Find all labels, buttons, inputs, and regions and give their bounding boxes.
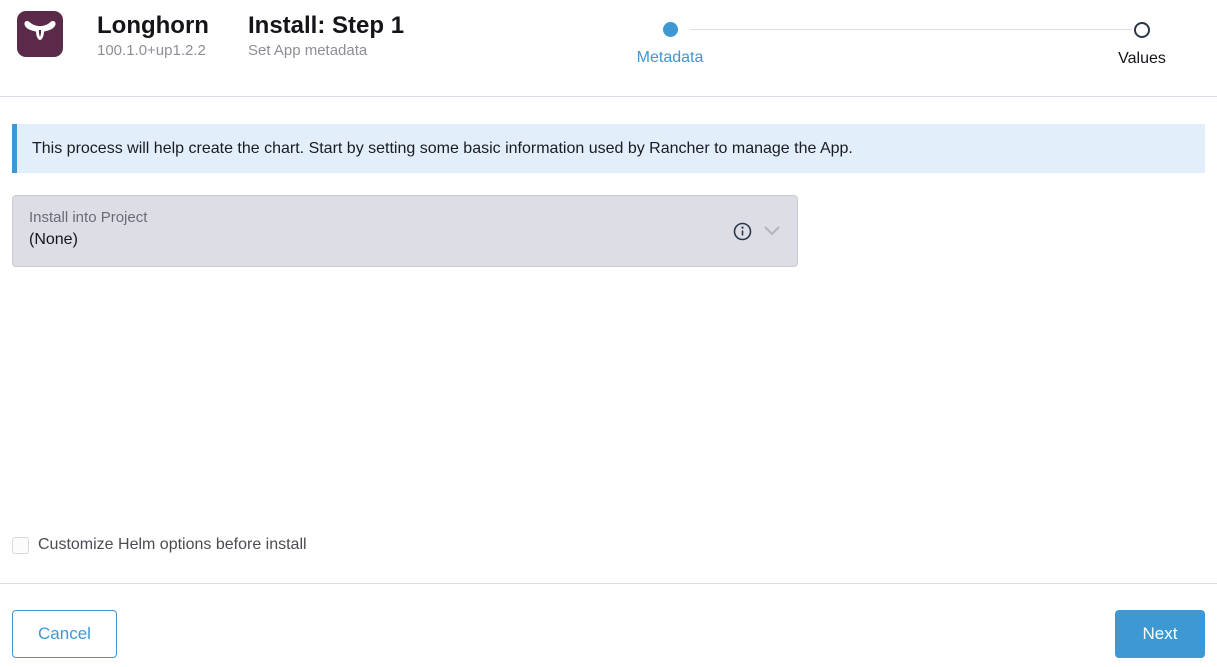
install-into-project-label: Install into Project (29, 207, 781, 228)
cancel-button[interactable]: Cancel (12, 610, 117, 658)
step-metadata-dot-icon (663, 22, 678, 37)
info-icon[interactable] (733, 222, 752, 241)
step-metadata-label: Metadata (637, 49, 704, 67)
install-into-project-select[interactable]: Install into Project (None) (12, 195, 798, 267)
footer-divider (0, 583, 1217, 584)
customize-helm-checkbox[interactable] (12, 537, 29, 554)
install-into-project-value: (None) (29, 228, 781, 252)
customize-helm-checkbox-row[interactable]: Customize Helm options before install (12, 536, 307, 554)
customize-helm-checkbox-label: Customize Helm options before install (38, 536, 307, 554)
step-metadata[interactable]: Metadata (625, 22, 715, 67)
wizard-header: Longhorn 100.1.0+up1.2.2 Install: Step 1… (0, 0, 1217, 97)
step-values[interactable]: Values (1097, 22, 1187, 68)
info-banner: This process will help create the chart.… (12, 124, 1205, 173)
info-banner-text: This process will help create the chart.… (32, 140, 853, 158)
step-connector-line (690, 29, 1132, 30)
step-values-dot-icon (1134, 22, 1150, 38)
step-indicator: Metadata Values (0, 0, 1217, 97)
next-button[interactable]: Next (1115, 610, 1205, 658)
footer-actions: Cancel Next (12, 610, 1205, 658)
step-values-label: Values (1118, 50, 1166, 68)
chevron-down-icon[interactable] (764, 226, 780, 236)
